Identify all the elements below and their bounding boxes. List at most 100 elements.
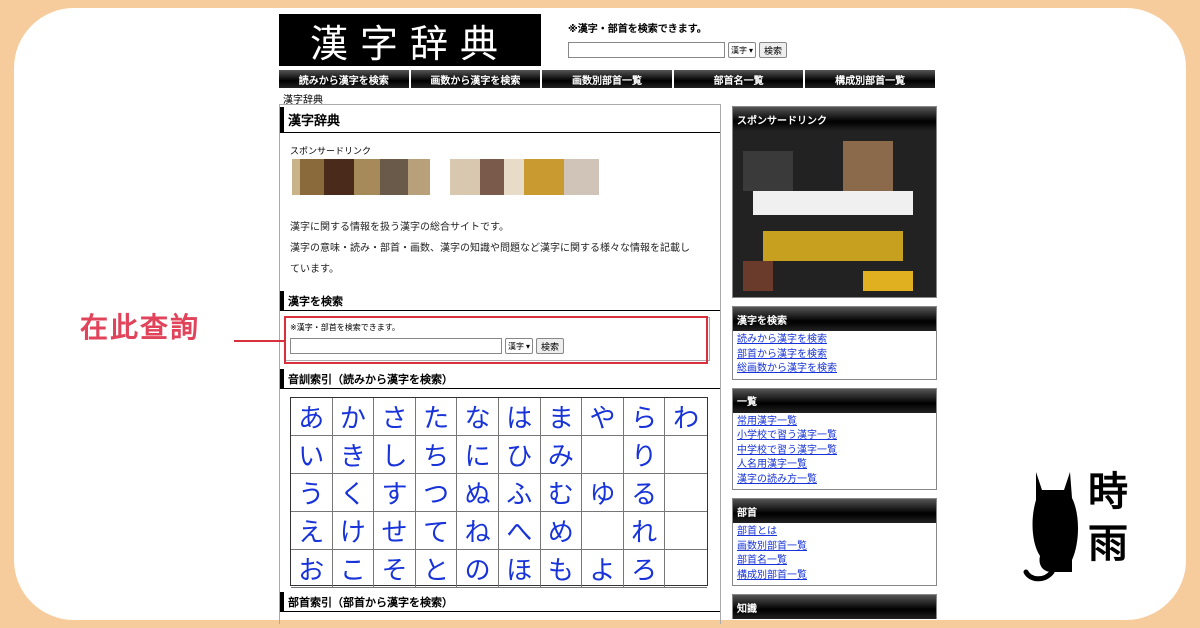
side-link-kousei-bushu[interactable]: 構成別部首一覧 xyxy=(737,569,932,584)
side-link-chugakko[interactable]: 中学校で習う漢字一覧 xyxy=(737,444,932,459)
kana-cell[interactable]: ふ xyxy=(498,474,541,512)
ad-banner[interactable] xyxy=(292,159,599,195)
kana-cell[interactable]: に xyxy=(457,436,499,474)
badge-char-2: 雨 xyxy=(1088,521,1128,567)
side-search-heading: 漢字を検索 xyxy=(733,307,936,331)
header-search-button[interactable]: 検索 xyxy=(759,42,788,58)
kana-cell[interactable]: ひ xyxy=(498,436,541,474)
kana-cell[interactable]: ゆ xyxy=(582,474,624,512)
kana-cell[interactable]: も xyxy=(540,550,583,588)
kana-cell[interactable]: む xyxy=(540,474,583,512)
kana-cell[interactable]: つ xyxy=(415,474,458,512)
nav-yomi[interactable]: 読みから漢字を検索 xyxy=(279,70,409,88)
kana-cell[interactable]: め xyxy=(540,512,583,550)
chevron-down-icon: ▾ xyxy=(749,45,754,55)
side-link-yomi[interactable]: 読みから漢字を検索 xyxy=(737,333,932,348)
kana-cell[interactable]: る xyxy=(623,474,666,512)
side-sponsor-box: スポンサードリンク xyxy=(732,106,937,298)
nav-kakusu[interactable]: 画数から漢字を検索 xyxy=(410,70,541,88)
kana-cell[interactable]: と xyxy=(415,550,458,588)
side-list-box: 一覧 常用漢字一覧 小学校で習う漢字一覧 中学校で習う漢字一覧 人名用漢字一覧 … xyxy=(732,387,937,490)
side-list-heading: 一覧 xyxy=(733,388,936,413)
main-column: 漢字辞典 スポンサードリンク 漢字に関する情報を扱う漢字の総合サイトです。 漢字… xyxy=(279,104,721,624)
kana-cell[interactable]: や xyxy=(582,398,624,436)
bushu-heading: 部首索引（部首から漢字を検索） xyxy=(280,592,720,612)
nav-kousei-bushu[interactable]: 構成別部首一覧 xyxy=(805,70,935,88)
onkun-heading: 音訓索引（読みから漢字を検索） xyxy=(280,369,720,389)
callout-label: 在此查詢 xyxy=(80,311,201,344)
kana-index-grid: あかさたなはまやらわいきしちにひみ りうくすつぬふむゆるえけせてねへめ れおこそとの… xyxy=(290,397,708,588)
kana-cell xyxy=(582,436,624,474)
side-bushu-box: 部首 部首とは 画数別部首一覧 部首名一覧 構成別部首一覧 xyxy=(732,498,937,586)
kana-cell[interactable]: い xyxy=(291,436,333,474)
kana-cell[interactable]: え xyxy=(291,512,333,550)
kana-cell[interactable]: は xyxy=(498,398,541,436)
kana-cell[interactable]: お xyxy=(291,550,333,588)
kana-cell xyxy=(665,474,707,512)
nav-bushu-name[interactable]: 部首名一覧 xyxy=(673,70,804,88)
kana-cell[interactable]: れ xyxy=(623,512,666,550)
kana-cell xyxy=(665,550,707,588)
side-link-kakusu-bushu[interactable]: 画数別部首一覧 xyxy=(737,540,932,555)
kana-cell[interactable]: け xyxy=(332,512,375,550)
kana-cell[interactable]: さ xyxy=(374,398,416,436)
kana-cell[interactable]: て xyxy=(415,512,458,550)
kana-cell[interactable]: わ xyxy=(665,398,707,436)
side-link-shogakko[interactable]: 小学校で習う漢字一覧 xyxy=(737,429,932,444)
kana-cell[interactable]: ま xyxy=(540,398,583,436)
kana-cell[interactable]: こ xyxy=(332,550,375,588)
kana-cell[interactable]: み xyxy=(540,436,583,474)
kana-cell[interactable]: よ xyxy=(582,550,624,588)
callout-line xyxy=(234,340,285,342)
side-link-joyo[interactable]: 常用漢字一覧 xyxy=(737,415,932,430)
header-search-input[interactable] xyxy=(568,42,725,58)
kana-cell[interactable]: せ xyxy=(374,512,416,550)
main-nav: 読みから漢字を検索 画数から漢字を検索 画数別部首一覧 部首名一覧 構成別部首一… xyxy=(279,70,935,88)
side-link-bushu-name[interactable]: 部首名一覧 xyxy=(737,554,932,569)
kana-cell[interactable]: ち xyxy=(415,436,458,474)
kana-cell[interactable]: す xyxy=(374,474,416,512)
site-logo[interactable]: 漢字辞典 xyxy=(279,14,541,66)
kana-cell[interactable]: ら xyxy=(623,398,666,436)
kana-cell[interactable]: あ xyxy=(291,398,333,436)
kana-cell xyxy=(665,436,707,474)
brand-badge: 時 雨 xyxy=(1000,436,1166,602)
kana-cell[interactable]: う xyxy=(291,474,333,512)
kana-cell[interactable]: ろ xyxy=(623,550,666,588)
badge-chars: 時 雨 xyxy=(1088,466,1128,570)
side-link-yomikata[interactable]: 漢字の読み方一覧 xyxy=(737,473,932,488)
kana-cell[interactable]: の xyxy=(457,550,499,588)
side-link-bushu-towa[interactable]: 部首とは xyxy=(737,525,932,540)
side-link-jinmei[interactable]: 人名用漢字一覧 xyxy=(737,458,932,473)
side-bushu-heading: 部首 xyxy=(733,499,936,523)
header-select-value: 漢字 xyxy=(731,45,747,55)
site-description: 漢字に関する情報を扱う漢字の総合サイトです。 漢字の意味・読み・部首・画数、漢字… xyxy=(290,217,715,280)
kana-cell[interactable]: り xyxy=(623,436,666,474)
sponsor-label: スポンサードリンク xyxy=(290,147,372,157)
cat-silhouette-icon xyxy=(1023,472,1078,582)
kana-cell[interactable]: た xyxy=(415,398,458,436)
page-title: 漢字辞典 xyxy=(280,107,720,133)
side-chishiki-heading: 知識 xyxy=(733,595,936,619)
nav-kakusu-bushu[interactable]: 画数別部首一覧 xyxy=(542,70,672,88)
kana-cell[interactable]: そ xyxy=(374,550,416,588)
header-search-select[interactable]: 漢字 ▾ xyxy=(728,42,757,58)
kana-cell[interactable]: ね xyxy=(457,512,499,550)
side-link-sokakusu[interactable]: 総画数から漢字を検索 xyxy=(737,362,932,377)
side-column: スポンサードリンク 漢字を検索 読みから漢字を検索 部首から漢字を検索 総画数か… xyxy=(732,106,937,627)
side-sponsor-heading: スポンサードリンク xyxy=(733,107,936,131)
desc-line-3: ています。 xyxy=(290,264,339,275)
kana-cell[interactable]: き xyxy=(332,436,375,474)
side-link-bushu[interactable]: 部首から漢字を検索 xyxy=(737,348,932,363)
kana-cell[interactable]: く xyxy=(332,474,375,512)
kana-cell[interactable]: か xyxy=(332,398,375,436)
kana-cell[interactable]: し xyxy=(374,436,416,474)
kana-cell[interactable]: ぬ xyxy=(457,474,499,512)
kana-cell[interactable]: ほ xyxy=(498,550,541,588)
header-search: ※漢字・部首を検索できます。 漢字 ▾ 検索 xyxy=(568,20,788,58)
kana-cell[interactable]: へ xyxy=(498,512,541,550)
side-search-box: 漢字を検索 読みから漢字を検索 部首から漢字を検索 総画数から漢字を検索 xyxy=(732,306,937,380)
side-ad-image[interactable] xyxy=(733,131,936,297)
kana-cell[interactable]: な xyxy=(457,398,499,436)
kana-cell xyxy=(665,512,707,550)
